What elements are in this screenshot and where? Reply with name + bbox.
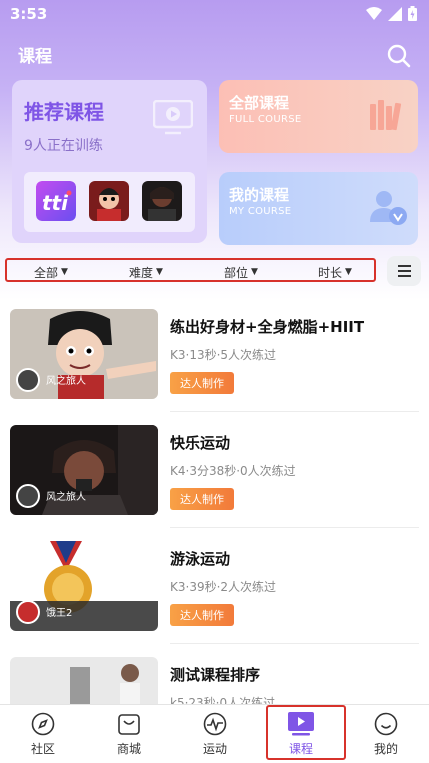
smile-icon <box>374 712 398 736</box>
expert-badge: 达人制作 <box>170 604 234 626</box>
filter-label: 难度 <box>129 265 154 280</box>
activity-icon <box>203 712 227 736</box>
expert-badge: 达人制作 <box>170 372 234 394</box>
menu-icon-line <box>397 275 411 277</box>
author-name: 风之旅人 <box>46 492 86 503</box>
course-title: 测试课程排序 <box>170 666 261 684</box>
all-courses-card[interactable]: 全部课程 FULL COURSE <box>219 80 418 153</box>
nav-exercise[interactable]: 运动 <box>172 705 258 763</box>
all-courses-title: 全部课程 <box>229 94 290 112</box>
author-name: 饿王2 <box>46 608 73 619</box>
triangle-down-icon: ▼ <box>156 267 163 277</box>
course-list[interactable]: 风之旅人 练出好身材+全身燃脂+HIIT K3·13秒·5人次练过 达人制作 风… <box>0 296 429 704</box>
nav-label: 社区 <box>30 742 55 756</box>
course-meta: K3·13秒·5人次练过 <box>170 348 277 362</box>
bag-icon <box>118 714 140 735</box>
filter-label: 部位 <box>224 265 249 280</box>
status-bar: 3:53 <box>0 0 429 32</box>
course-image <box>10 657 158 704</box>
thumb-singer[interactable] <box>142 181 182 221</box>
user-check-icon <box>370 191 407 225</box>
signal-icon <box>388 6 402 21</box>
status-time: 3:53 <box>10 5 48 23</box>
nav-mall[interactable]: 商城 <box>86 705 172 763</box>
my-courses-title: 我的课程 <box>229 186 290 204</box>
course-title: 练出好身材+全身燃脂+HIIT <box>170 318 365 336</box>
battery-icon <box>408 6 417 21</box>
search-icon <box>387 44 411 68</box>
compass-icon <box>31 712 55 736</box>
tv-icon <box>153 100 193 135</box>
expert-badge: 达人制作 <box>170 488 234 510</box>
nav-label: 我的 <box>373 742 398 756</box>
course-thumbnail[interactable] <box>10 657 158 704</box>
author-name: 风之旅人 <box>46 376 86 387</box>
triangle-down-icon: ▼ <box>251 267 258 277</box>
filter-label: 时长 <box>318 265 343 280</box>
books-icon <box>370 100 402 131</box>
triangle-down-icon: ▼ <box>61 267 68 277</box>
my-courses-card[interactable]: 我的课程 MY COURSE <box>219 172 418 245</box>
nav-community[interactable]: 社区 <box>0 705 86 763</box>
app-logo-icon: tti <box>36 181 76 221</box>
course-meta: K4·3分38秒·0人次练过 <box>170 464 296 478</box>
my-courses-subtitle: MY COURSE <box>229 206 292 217</box>
menu-icon-line <box>397 265 411 267</box>
recommend-courses-card[interactable]: 推荐课程 9人正在训练 tti <box>12 80 207 243</box>
nav-label: 运动 <box>202 742 227 756</box>
list-item[interactable]: 风之旅人 快乐运动 K4·3分38秒·0人次练过 达人制作 <box>0 412 429 528</box>
bottom-nav: 社区 商城 运动 课程 我的 <box>0 704 429 763</box>
search-button[interactable] <box>387 44 411 68</box>
wifi-icon <box>366 6 382 20</box>
course-meta: K3·39秒·2人次练过 <box>170 580 277 594</box>
triangle-down-icon: ▼ <box>345 267 352 277</box>
avatar <box>16 368 40 392</box>
list-item[interactable]: 饿王2 游泳运动 K3·39秒·2人次练过 达人制作 <box>0 528 429 644</box>
course-title: 快乐运动 <box>170 434 231 452</box>
menu-icon-line <box>397 270 411 272</box>
thumb-character[interactable] <box>89 181 129 221</box>
avatar <box>16 484 40 508</box>
avatar <box>16 600 40 624</box>
page-title: 课程 <box>18 47 52 67</box>
course-thumbnail[interactable]: 风之旅人 <box>10 309 158 399</box>
filter-difficulty[interactable]: 难度 ▼ <box>122 262 170 282</box>
course-title: 游泳运动 <box>170 550 231 568</box>
course-thumbnail[interactable]: 饿王2 <box>10 541 158 631</box>
course-meta: k5·23秒·0人次练过 <box>170 696 276 704</box>
nav-label: 商城 <box>116 742 141 756</box>
character-image <box>89 181 129 221</box>
singer-image <box>142 181 182 221</box>
filter-duration[interactable]: 时长 ▼ <box>311 262 359 282</box>
active-tab-highlight <box>266 705 346 760</box>
thumb-logo[interactable]: tti <box>36 181 76 221</box>
svg-text:tti: tti <box>42 191 69 215</box>
list-item[interactable]: 风之旅人 练出好身材+全身燃脂+HIIT K3·13秒·5人次练过 达人制作 <box>0 296 429 412</box>
menu-button[interactable] <box>387 256 421 286</box>
recommend-title: 推荐课程 <box>24 100 104 124</box>
status-icons <box>366 6 417 21</box>
list-item[interactable]: 测试课程排序 k5·23秒·0人次练过 <box>0 644 429 704</box>
recommend-subtitle: 9人正在训练 <box>24 138 103 154</box>
nav-profile[interactable]: 我的 <box>343 705 429 763</box>
filter-label: 全部 <box>34 265 59 280</box>
filter-bar: 全部 ▼ 难度 ▼ 部位 ▼ 时长 ▼ <box>5 258 376 282</box>
course-thumbnail[interactable]: 风之旅人 <box>10 425 158 515</box>
filter-all[interactable]: 全部 ▼ <box>27 262 75 282</box>
all-courses-subtitle: FULL COURSE <box>229 114 302 125</box>
recommend-thumbnails: tti <box>24 172 195 232</box>
filter-body-part[interactable]: 部位 ▼ <box>217 262 265 282</box>
